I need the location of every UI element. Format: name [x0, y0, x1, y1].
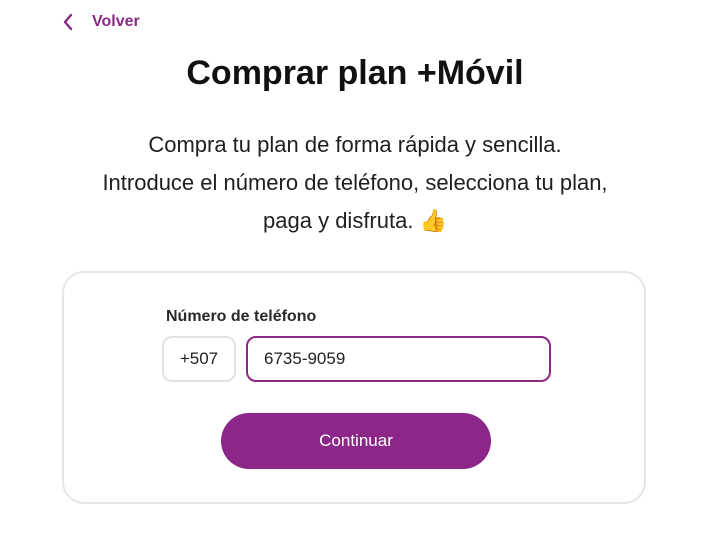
phone-number-input[interactable]: [246, 336, 551, 382]
phone-field-label: Número de teléfono: [166, 308, 317, 325]
chevron-left-icon: [62, 13, 74, 31]
page-title: Comprar plan +Móvil: [186, 54, 524, 92]
intro-text: Compra tu plan de forma rápida y sencill…: [0, 126, 710, 240]
country-code-field[interactable]: +507: [162, 336, 236, 382]
intro-line-1: Compra tu plan de forma rápida y sencill…: [148, 132, 562, 157]
continue-button[interactable]: Continuar: [221, 413, 491, 469]
intro-line-3: paga y disfruta. 👍: [263, 208, 447, 233]
phone-form-card: Número de teléfono +507 Continuar: [62, 271, 646, 504]
back-link[interactable]: Volver: [62, 10, 140, 34]
intro-line-2: Introduce el número de teléfono, selecci…: [102, 170, 608, 195]
back-label: Volver: [92, 13, 140, 30]
